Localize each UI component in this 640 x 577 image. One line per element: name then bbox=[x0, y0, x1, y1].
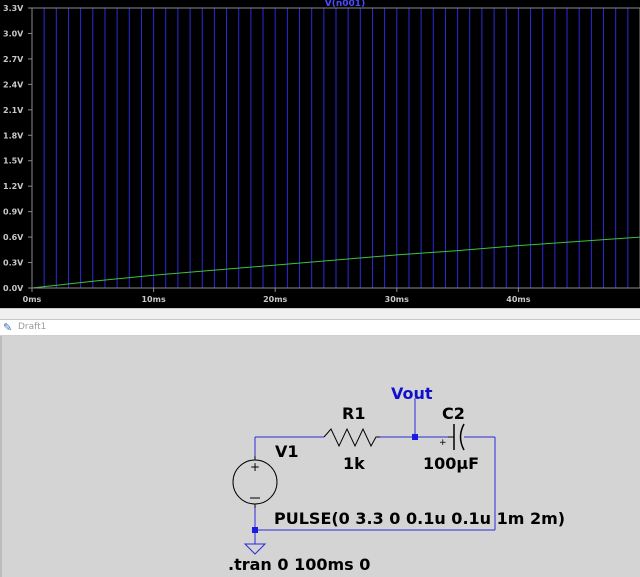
y-axis: 0.0V 0.3V 0.6V 0.9V 1.2V 1.5V 1.8V 2.1V 2.4V 2.7V… bbox=[3, 4, 32, 293]
c2-name[interactable]: C2 bbox=[442, 404, 465, 423]
tab-draft1[interactable]: ✎ Draft1 bbox=[0, 320, 640, 336]
r1-name[interactable]: R1 bbox=[342, 404, 365, 423]
waveform-chart: 0.0V 0.3V 0.6V 0.9V 1.2V 1.5V 1.8V 2.1V 2.4V 2.7V… bbox=[3, 0, 640, 304]
y-tick-label: 2.1V bbox=[3, 106, 24, 115]
pulse-series-line bbox=[31, 7, 640, 289]
ground-icon[interactable] bbox=[243, 543, 267, 555]
waveform-plot-pane[interactable]: 0.0V 0.3V 0.6V 0.9V 1.2V 1.5V 1.8V 2.1V 2.4V 2.7V… bbox=[0, 0, 640, 308]
x-tick-label: 30ms bbox=[385, 295, 409, 304]
y-tick-label: 3.0V bbox=[3, 29, 24, 38]
x-tick-label: 10ms bbox=[141, 295, 165, 304]
junction-ground bbox=[252, 527, 258, 533]
y-tick-label: 0.0V bbox=[3, 284, 24, 293]
y-tick-label: 2.7V bbox=[3, 55, 24, 64]
x-tick-label: 40ms bbox=[506, 295, 530, 304]
v1-value[interactable]: PULSE(0 3.3 0 0.1u 0.1u 1m 2m) bbox=[274, 509, 565, 528]
y-tick-label: 2.4V bbox=[3, 80, 24, 89]
y-tick-label: 1.8V bbox=[3, 131, 24, 140]
y-tick-label: 0.9V bbox=[3, 208, 24, 217]
y-tick-label: 1.5V bbox=[3, 157, 24, 166]
chart-title: V(n001) bbox=[325, 0, 365, 9]
junction-vout bbox=[412, 434, 418, 440]
net-label-vout[interactable]: Vout bbox=[391, 384, 433, 403]
voltage-source-v1[interactable]: + bbox=[232, 456, 278, 508]
x-axis: 0ms 10ms 20ms 30ms 40ms bbox=[23, 288, 531, 304]
schematic-canvas[interactable]: + + Vout R1 1k C2 100µF V1 PULSE(0 3.3 0… bbox=[0, 336, 640, 577]
tab-draft1-label: Draft1 bbox=[18, 322, 47, 332]
r1-value[interactable]: 1k bbox=[343, 454, 365, 473]
y-tick-label: 0.3V bbox=[3, 259, 24, 268]
pulse-series bbox=[31, 7, 640, 289]
tran-directive[interactable]: .tran 0 100ms 0 bbox=[228, 555, 370, 574]
c2-value[interactable]: 100µF bbox=[423, 454, 479, 473]
schematic-icon: ✎ bbox=[3, 321, 13, 334]
y-tick-label: 0.6V bbox=[3, 233, 24, 242]
svg-text:+: + bbox=[439, 438, 447, 448]
svg-text:+: + bbox=[250, 460, 260, 474]
x-tick-label: 0ms bbox=[23, 295, 42, 304]
y-tick-label: 1.2V bbox=[3, 182, 24, 191]
pane-divider[interactable] bbox=[0, 308, 640, 320]
y-tick-label: 3.3V bbox=[3, 4, 24, 13]
resistor-r1[interactable] bbox=[323, 427, 380, 448]
x-tick-label: 20ms bbox=[263, 295, 287, 304]
v1-name[interactable]: V1 bbox=[275, 442, 299, 461]
schematic-drawing: + + Vout R1 1k C2 100µF V1 PULSE(0 3.3 0… bbox=[228, 384, 565, 574]
